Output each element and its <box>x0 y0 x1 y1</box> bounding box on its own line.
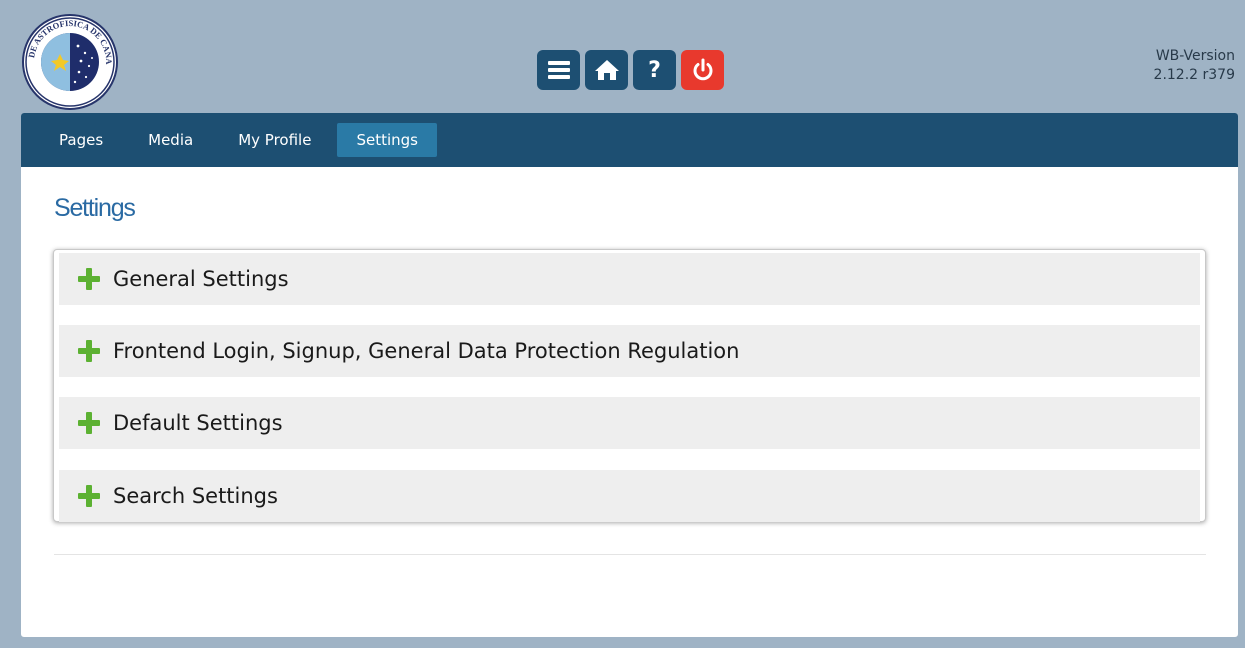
divider <box>54 554 1206 555</box>
version-info: WB-Version 2.12.2 r379 <box>1154 47 1235 85</box>
menu-button[interactable] <box>537 50 580 90</box>
plus-icon <box>78 268 100 290</box>
nav-item-pages[interactable]: Pages <box>40 123 122 157</box>
section-frontend-login[interactable]: Frontend Login, Signup, General Data Pro… <box>59 325 1200 377</box>
plus-icon <box>78 485 100 507</box>
main-panel: Pages Media My Profile Settings Settings… <box>21 113 1238 637</box>
section-label: General Settings <box>113 267 289 291</box>
help-button[interactable]: ? <box>633 50 676 90</box>
logout-button[interactable] <box>681 50 724 90</box>
institute-logo[interactable]: INSTITUTO DE ASTROFISICA DE CANARIAS · I… <box>22 14 118 110</box>
section-label: Search Settings <box>113 484 278 508</box>
nav-item-my-profile[interactable]: My Profile <box>219 123 330 157</box>
nav-item-settings[interactable]: Settings <box>337 123 437 157</box>
help-icon: ? <box>648 57 661 83</box>
section-label: Default Settings <box>113 411 283 435</box>
nav-item-media[interactable]: Media <box>129 123 212 157</box>
home-icon <box>594 60 619 80</box>
nav-bar: Pages Media My Profile Settings <box>21 113 1238 167</box>
menu-icon <box>547 61 570 79</box>
version-number: 2.12.2 r379 <box>1153 67 1235 83</box>
section-label: Frontend Login, Signup, General Data Pro… <box>113 339 740 363</box>
section-search-settings[interactable]: Search Settings <box>59 470 1200 522</box>
plus-icon <box>78 340 100 362</box>
plus-icon <box>78 412 100 434</box>
main-toolbar: ? <box>537 50 724 90</box>
institute-seal-logo: INSTITUTO DE ASTROFISICA DE CANARIAS · I… <box>24 16 115 107</box>
home-button[interactable] <box>585 50 628 90</box>
power-icon <box>693 58 712 81</box>
page-title: Settings <box>54 194 136 222</box>
version-label: WB-Version <box>1155 48 1235 64</box>
settings-accordion: General Settings Frontend Login, Signup,… <box>53 249 1206 522</box>
section-default-settings[interactable]: Default Settings <box>59 397 1200 449</box>
section-general-settings[interactable]: General Settings <box>59 253 1200 305</box>
